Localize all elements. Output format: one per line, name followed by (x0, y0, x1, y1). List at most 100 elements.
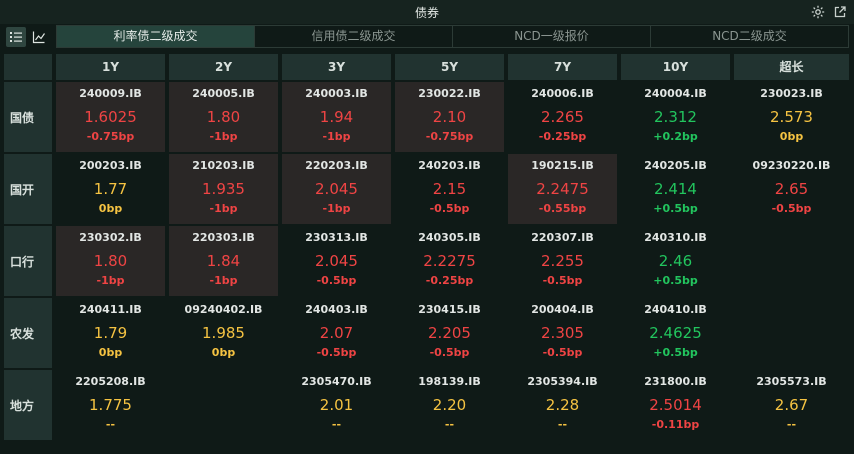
tab-2[interactable]: NCD一级报价 (452, 26, 650, 47)
bond-code: 2205208.IB (75, 375, 146, 388)
bond-quote-cell[interactable]: 240203.IB 2.15 -0.5bp (395, 154, 504, 224)
settings-gear-icon[interactable] (810, 4, 826, 20)
bond-yield: 2.65 (774, 180, 809, 198)
bond-yield: 1.84 (206, 252, 241, 270)
bond-quote-cell[interactable]: 240006.IB 2.265 -0.25bp (508, 82, 617, 152)
bond-code: 240009.IB (79, 87, 142, 100)
bond-yield: 1.80 (206, 108, 241, 126)
bond-quote-cell[interactable]: 09240402.IB 1.985 0bp (169, 298, 278, 368)
bond-quote-cell[interactable]: 240003.IB 1.94 -1bp (282, 82, 391, 152)
bond-yield: 2.573 (770, 108, 813, 126)
bond-quote-cell[interactable]: 230415.IB 2.205 -0.5bp (395, 298, 504, 368)
bond-quote-cell[interactable]: 231800.IB 2.5014 -0.11bp (621, 370, 730, 440)
bond-code: 240004.IB (644, 87, 707, 100)
row-label: 国开 (10, 182, 35, 197)
bond-yield: 2.10 (432, 108, 467, 126)
bond-quote-cell[interactable]: 230023.IB 2.573 0bp (734, 82, 849, 152)
bond-code: 200203.IB (79, 159, 142, 172)
row-label: 地方 (10, 398, 35, 413)
bond-yield: 1.77 (93, 180, 128, 198)
bond-yield: 2.67 (774, 396, 809, 414)
bond-quote-cell[interactable]: 198139.IB 2.20 -- (395, 370, 504, 440)
yield-change: -1bp (322, 130, 351, 143)
external-link-icon[interactable] (832, 4, 848, 20)
yield-change: -1bp (96, 274, 125, 287)
bond-quote-cell[interactable]: 200203.IB 1.77 0bp (56, 154, 165, 224)
column-header[interactable]: 10Y (621, 54, 730, 80)
bond-quote-cell[interactable]: 230313.IB 2.045 -0.5bp (282, 226, 391, 296)
list-icon (6, 30, 26, 44)
bond-quote-cell[interactable]: 240005.IB 1.80 -1bp (169, 82, 278, 152)
yield-change: -1bp (209, 202, 238, 215)
bond-quote-cell[interactable]: 240410.IB 2.4625 +0.5bp (621, 298, 730, 368)
column-header[interactable]: 7Y (508, 54, 617, 80)
bond-quote-cell[interactable]: 200404.IB 2.305 -0.5bp (508, 298, 617, 368)
row-header: 地方 (4, 370, 52, 440)
yield-change: 0bp (98, 202, 123, 215)
row-label: 农发 (10, 326, 35, 341)
yield-change: -0.55bp (538, 202, 587, 215)
list-view-button[interactable] (6, 27, 26, 47)
yield-change: -0.5bp (771, 202, 812, 215)
tab-3[interactable]: NCD二级成交 (650, 26, 848, 47)
bond-quote-cell[interactable]: 190215.IB 2.2475 -0.55bp (508, 154, 617, 224)
bond-code: 240003.IB (305, 87, 368, 100)
bond-yield: 1.79 (93, 324, 128, 342)
bond-code: 240305.IB (418, 231, 481, 244)
bond-quote-cell[interactable]: 240403.IB 2.07 -0.5bp (282, 298, 391, 368)
bond-quote-cell[interactable]: 2305573.IB 2.67 -- (734, 370, 849, 440)
chart-view-button[interactable] (29, 27, 49, 47)
bond-quote-cell[interactable]: 240310.IB 2.46 +0.5bp (621, 226, 730, 296)
bond-code: 230415.IB (418, 303, 481, 316)
bond-yield: 2.205 (428, 324, 471, 342)
bond-yield: 2.312 (654, 108, 697, 126)
bond-yield: 2.305 (541, 324, 584, 342)
bond-yield: 2.414 (654, 180, 697, 198)
yield-change: -0.25bp (425, 274, 474, 287)
bond-code: 230302.IB (79, 231, 142, 244)
bond-quote-cell[interactable]: 240009.IB 1.6025 -0.75bp (56, 82, 165, 152)
bond-code: 240410.IB (644, 303, 707, 316)
yield-change: -0.75bp (86, 130, 135, 143)
bond-quote-cell[interactable]: 2305470.IB 2.01 -- (282, 370, 391, 440)
column-header[interactable]: 3Y (282, 54, 391, 80)
yield-change: -0.5bp (316, 346, 357, 359)
bond-yield: 2.46 (658, 252, 693, 270)
bond-quote-cell[interactable]: 240411.IB 1.79 0bp (56, 298, 165, 368)
tab-1[interactable]: 信用债二级成交 (254, 26, 452, 47)
bond-yield: 1.6025 (84, 108, 137, 126)
row-label: 国债 (10, 110, 35, 125)
bond-quote-cell[interactable]: 210203.IB 1.935 -1bp (169, 154, 278, 224)
bond-code: 231800.IB (644, 375, 707, 388)
bond-code: 230313.IB (305, 231, 368, 244)
yield-change: 0bp (779, 130, 804, 143)
bond-code: 220203.IB (305, 159, 368, 172)
bond-code: 240203.IB (418, 159, 481, 172)
bond-quote-cell[interactable]: 240004.IB 2.312 +0.2bp (621, 82, 730, 152)
bond-yield: 2.045 (315, 252, 358, 270)
bond-quote-cell[interactable]: 230022.IB 2.10 -0.75bp (395, 82, 504, 152)
row-header: 国开 (4, 154, 52, 224)
bond-quote-cell[interactable]: 240305.IB 2.2275 -0.25bp (395, 226, 504, 296)
bond-yield: 2.2475 (536, 180, 589, 198)
tab-0[interactable]: 利率债二级成交 (57, 26, 254, 47)
bond-yield: 2.07 (319, 324, 354, 342)
bond-quote-cell[interactable]: 220307.IB 2.255 -0.5bp (508, 226, 617, 296)
bond-quote-cell[interactable]: 2205208.IB 1.775 -- (56, 370, 165, 440)
column-header[interactable]: 5Y (395, 54, 504, 80)
bond-quote-cell[interactable]: 230302.IB 1.80 -1bp (56, 226, 165, 296)
bond-quote-cell[interactable]: 240205.IB 2.414 +0.5bp (621, 154, 730, 224)
yield-change: +0.5bp (653, 346, 698, 359)
bond-quote-cell[interactable]: 220203.IB 2.045 -1bp (282, 154, 391, 224)
bond-quote-cell[interactable]: 2305394.IB 2.28 -- (508, 370, 617, 440)
bond-quote-cell[interactable]: 220303.IB 1.84 -1bp (169, 226, 278, 296)
bond-code: 190215.IB (531, 159, 594, 172)
bond-yield: 1.94 (319, 108, 354, 126)
bond-yield: 2.28 (545, 396, 580, 414)
yield-change: 0bp (211, 346, 236, 359)
bond-code: 240310.IB (644, 231, 707, 244)
column-header[interactable]: 超长 (734, 54, 849, 80)
bond-quote-cell[interactable]: 09230220.IB 2.65 -0.5bp (734, 154, 849, 224)
column-header[interactable]: 2Y (169, 54, 278, 80)
column-header[interactable]: 1Y (56, 54, 165, 80)
